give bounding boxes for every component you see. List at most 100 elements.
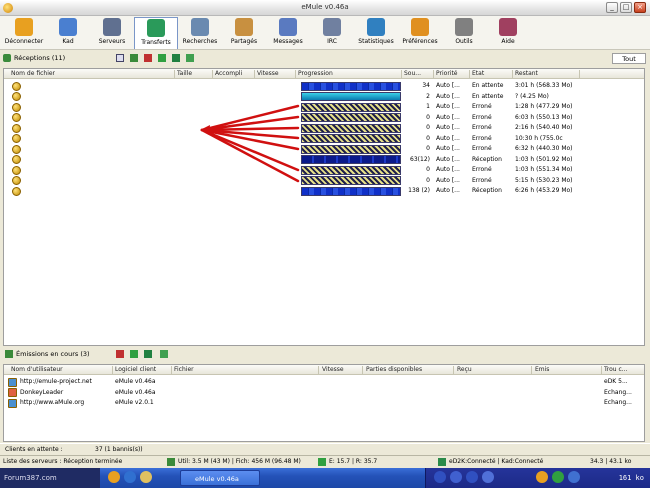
toolbar-label: Partagés: [230, 38, 258, 45]
disconnect-icon: [15, 18, 33, 36]
toolbar-label: Déconnecter: [4, 38, 44, 45]
upload-row[interactable]: http://www.aMule.org eMule v2.0.1 Échang..…: [4, 398, 644, 409]
tray-clock: 161 ko: [618, 474, 644, 482]
messages-icon: [279, 18, 297, 36]
main-toolbar: Déconnecter Kad Serveurs Transferts Recherch…: [0, 16, 650, 50]
client-cell: eMule v0.46a: [115, 378, 156, 385]
tray-media-next-icon[interactable]: [466, 471, 478, 483]
toolbar-disconnect-button[interactable]: Déconnecter: [2, 17, 46, 49]
start-button[interactable]: Forum387.com: [0, 468, 100, 488]
upload-icon[interactable]: [144, 54, 152, 62]
toolbar-label: Outils: [455, 38, 473, 45]
view-toggle-icon[interactable]: [116, 54, 124, 62]
users-files-status: Util: 3.5 M (43 M) | Fich: 456 M (96.48 …: [178, 458, 301, 465]
close-button[interactable]: ×: [634, 2, 646, 13]
server-list-status: Liste des serveurs : Réception terminée: [3, 458, 123, 465]
search-icon: [191, 18, 209, 36]
transfers-icon: [147, 19, 165, 37]
tray-emule-icon[interactable]: [536, 471, 548, 483]
toolbar-servers-button[interactable]: Serveurs: [90, 17, 134, 49]
upload-status-cell: Échang...: [604, 399, 632, 406]
tray-media-prev-icon[interactable]: [434, 471, 446, 483]
irc-icon: [323, 18, 341, 36]
taskbar: Forum387.com eMule v0.46a 161 ko: [0, 468, 650, 488]
info-status-bar: Liste des serveurs : Réception terminée …: [0, 455, 650, 468]
speed-icon: [318, 458, 326, 466]
uploads-arrow-icon: [5, 350, 13, 358]
tools-icon: [455, 18, 473, 36]
tray-network-icon[interactable]: [552, 471, 564, 483]
quicklaunch-emule-icon[interactable]: [108, 471, 120, 483]
toolbar-search-button[interactable]: Recherches: [178, 17, 222, 49]
toolbar-shared-files-button[interactable]: Partagés: [222, 17, 266, 49]
client-cell: eMule v2.0.1: [115, 399, 154, 406]
tray-media-play-icon[interactable]: [450, 471, 462, 483]
username-cell: DonkeyLeader: [20, 388, 64, 396]
uploads-header: Émissions en cours (3): [0, 347, 650, 361]
col-file[interactable]: Fichier: [174, 366, 214, 373]
toolbar-label: Transferts: [141, 39, 171, 46]
col-client[interactable]: Logiciel client: [115, 366, 170, 373]
tray-volume-icon[interactable]: [482, 471, 494, 483]
connection-status: eD2K:Connecté | Kad:Connecté: [449, 458, 544, 465]
username-cell: http://www.aMule.org: [20, 399, 85, 406]
statistics-icon: [367, 18, 385, 36]
col-available-parts[interactable]: Parties disponibles: [366, 366, 446, 373]
col-upload-speed[interactable]: Vitesse: [322, 366, 357, 373]
toolbar-preferences-gear-button[interactable]: Préférences: [398, 17, 442, 49]
arrow-head: [200, 125, 210, 135]
toolbar-label: Aide: [501, 38, 515, 45]
system-tray: 161 ko: [425, 468, 650, 488]
toolbar-kad-button[interactable]: Kad: [46, 17, 90, 49]
col-received[interactable]: Reçu: [457, 366, 497, 373]
clients-icon[interactable]: [172, 54, 180, 62]
toolbar-label: Statistiques: [358, 38, 394, 45]
upload-filter-icon[interactable]: [116, 350, 124, 358]
col-username[interactable]: Nom d'utilisateur: [11, 366, 111, 373]
upload-list-header: Nom d'utilisateur Logiciel client Fichie…: [4, 365, 644, 375]
rate-status: 34.3 | 43.1 ko: [590, 458, 632, 465]
servers-icon: [103, 18, 121, 36]
taskbar-emule-item[interactable]: eMule v0.46a: [180, 470, 260, 486]
clients-filter-icon[interactable]: [160, 350, 168, 358]
download-list: Nom de fichier Taille Accompli Vitesse P…: [3, 68, 645, 346]
col-sent[interactable]: Émis: [535, 366, 575, 373]
user-client-icon: [8, 377, 17, 387]
queue-filter-icon[interactable]: [144, 350, 152, 358]
preferences-gear-icon: [411, 18, 429, 36]
annotation-arrows: [200, 104, 300, 183]
user-client-icon: [8, 398, 17, 408]
tab-all[interactable]: Tout: [612, 53, 646, 64]
col-status[interactable]: Trou c...: [604, 366, 642, 373]
shared-files-icon: [235, 18, 253, 36]
download-filter-icon[interactable]: [130, 350, 138, 358]
network-icon[interactable]: [186, 54, 194, 62]
toolbar-messages-button[interactable]: Messages: [266, 17, 310, 49]
minimize-button[interactable]: _: [606, 2, 618, 13]
username-cell: http://emule-project.net: [20, 378, 92, 385]
tray-messenger-icon[interactable]: [568, 471, 580, 483]
queue-icon[interactable]: [158, 54, 166, 62]
toolbar-transfers-button[interactable]: Transferts: [134, 17, 178, 49]
toolbar-statistics-button[interactable]: Statistiques: [354, 17, 398, 49]
speed-status: E: 15.7 | R: 35.7: [329, 458, 378, 465]
download-icon[interactable]: [130, 54, 138, 62]
clients-waiting-value: 37 (1 bannis(s)): [95, 446, 143, 453]
toolbar-label: Recherches: [182, 38, 218, 45]
client-cell: eMule v0.46a: [115, 388, 156, 396]
title-bar: eMule v0.46a _ □ ×: [0, 0, 650, 16]
toolbar-help-button[interactable]: Aide: [486, 17, 530, 49]
upload-row[interactable]: DonkeyLeader eMule v0.46a Échang...: [4, 388, 644, 399]
quicklaunch-ie-icon[interactable]: [124, 471, 136, 483]
users-icon: [167, 458, 175, 466]
toolbar-tools-button[interactable]: Outils: [442, 17, 486, 49]
maximize-button[interactable]: □: [620, 2, 632, 13]
upload-status-cell: Échang...: [604, 388, 632, 396]
toolbar-irc-button[interactable]: IRC: [310, 17, 354, 49]
toolbar-label: Kad: [62, 38, 74, 45]
upload-row[interactable]: http://emule-project.net eMule v0.46a eDK …: [4, 377, 644, 388]
quicklaunch-folder-icon[interactable]: [140, 471, 152, 483]
kad-icon: [59, 18, 77, 36]
connection-icon: [438, 458, 446, 466]
toolbar-label: IRC: [327, 38, 337, 45]
